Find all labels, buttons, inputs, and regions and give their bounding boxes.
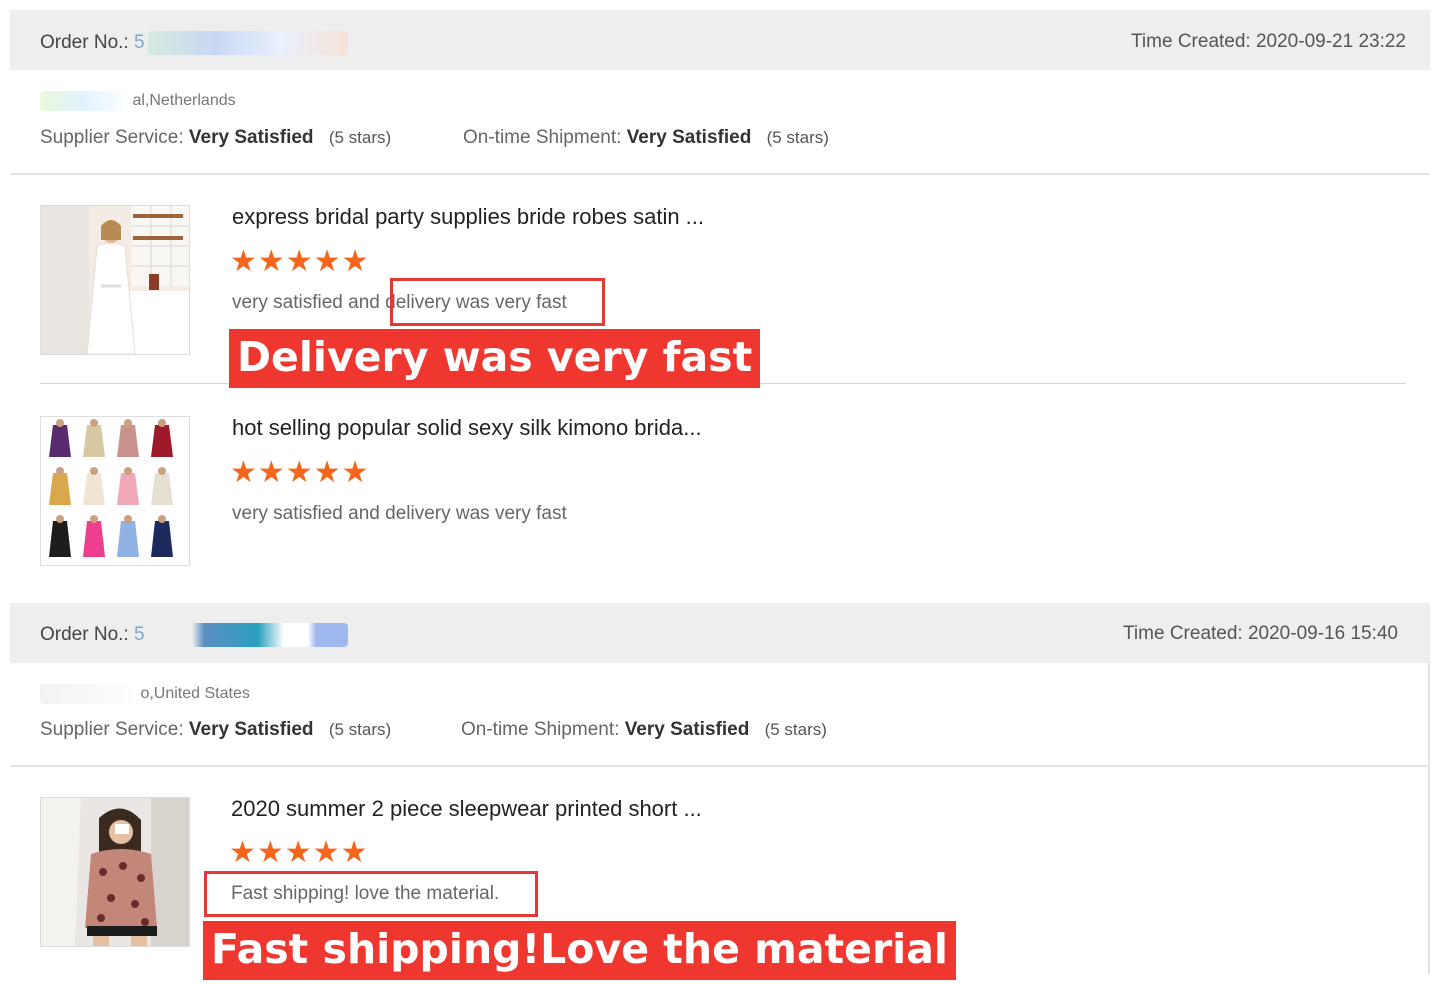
shipment-rating-value: Very Satisfied [626,127,752,148]
order-number-value: 5 [133,32,145,54]
star-rating: ★★★★★ [230,245,370,278]
product-title[interactable]: 2020 summer 2 piece sleepwear printed sh… [231,796,702,822]
order-number-redaction [147,623,348,647]
star-rating: ★★★★★ [230,456,370,489]
highlight-banner: Delivery was very fast [229,329,761,388]
product-image[interactable] [40,205,190,355]
review-highlight-box [390,278,605,326]
divider [10,173,1430,175]
right-border [1428,663,1430,974]
order-number-label: Order No.: [40,32,129,54]
buyer-info: o,United States [40,684,250,704]
time-created: Time Created: 2020-09-16 15:40 [1123,623,1398,645]
shipment-rating: On-time Shipment: Very Satisfied (5 star… [461,719,827,740]
buyer-name-redaction [40,684,136,704]
shipment-rating: On-time Shipment: Very Satisfied (5 star… [463,127,829,148]
product-image[interactable] [40,797,190,947]
product-title[interactable]: hot selling popular solid sexy silk kimo… [232,415,702,441]
product-image[interactable] [40,416,190,566]
time-created: Time Created: 2020-09-21 23:22 [1131,31,1406,53]
order-number-label: Order No.: [40,624,129,646]
highlight-banner: Fast shipping!Love the material [203,921,956,980]
supplier-rating-value: Very Satisfied [188,719,314,740]
order-number-value: 5 [133,624,145,646]
buyer-name-redaction [40,91,128,111]
time-created-label: Time Created: [1123,623,1243,644]
order-number: Order No.: 5 [40,31,348,55]
review-text: very satisfied and delivery was very fas… [232,503,567,524]
buyer-info: al,Netherlands [40,91,236,111]
divider [10,765,1430,767]
order-number: Order No.: 5 [40,623,348,647]
time-created-label: Time Created: [1131,31,1251,52]
time-created-value: 2020-09-21 23:22 [1255,31,1406,52]
time-created-value: 2020-09-16 15:40 [1247,623,1398,644]
buyer-location: al,Netherlands [132,92,236,110]
order-number-redaction [147,31,348,55]
shipment-rating-value: Very Satisfied [624,719,750,740]
product-title[interactable]: express bridal party supplies bride robe… [232,204,704,230]
buyer-location: o,United States [140,685,250,703]
supplier-rating: Supplier Service: Very Satisfied (5 star… [40,719,392,740]
supplier-rating-value: Very Satisfied [188,127,314,148]
review-text: Fast shipping! love the material. [231,883,500,904]
supplier-rating: Supplier Service: Very Satisfied (5 star… [40,127,392,148]
star-rating: ★★★★★ [229,836,369,869]
